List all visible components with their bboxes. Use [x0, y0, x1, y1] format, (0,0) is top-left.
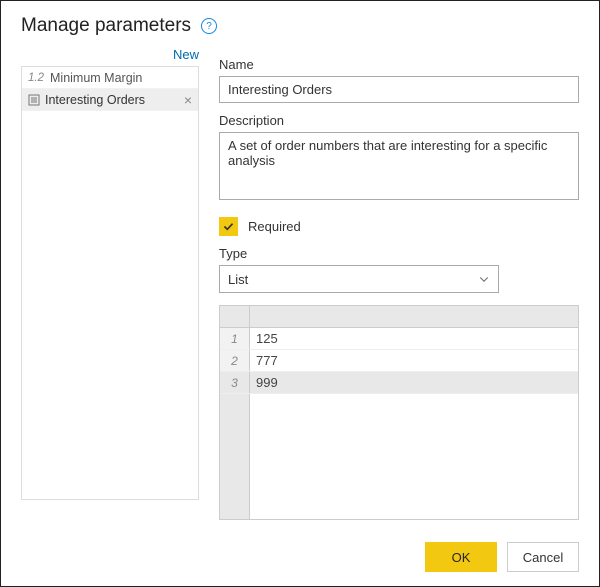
parameter-label: Interesting Orders: [45, 93, 182, 107]
ok-button[interactable]: OK: [425, 542, 497, 572]
list-values-grid: 112527773999: [219, 305, 579, 520]
name-input[interactable]: [219, 76, 579, 103]
type-label: Type: [219, 246, 579, 261]
required-label: Required: [248, 219, 301, 234]
description-input[interactable]: [219, 132, 579, 200]
row-index: 1: [220, 328, 250, 349]
param-prefix: 1.2: [28, 72, 44, 84]
dialog-footer: OK Cancel: [425, 542, 579, 572]
table-row[interactable]: 2777: [220, 350, 578, 372]
close-icon[interactable]: ×: [182, 93, 194, 107]
dialog-header: Manage parameters ?: [1, 1, 599, 45]
name-label: Name: [219, 57, 579, 72]
parameter-list: 1.2 Minimum Margin Interesting Orders×: [21, 66, 199, 500]
list-icon: [28, 94, 40, 106]
row-index: 3: [220, 372, 250, 393]
grid-body: 112527773999: [220, 328, 578, 519]
type-select[interactable]: List: [219, 265, 499, 293]
dialog-content: New 1.2 Minimum Margin Interesting Orders×…: [1, 45, 599, 520]
cancel-button[interactable]: Cancel: [507, 542, 579, 572]
description-label: Description: [219, 113, 579, 128]
required-checkbox[interactable]: [219, 217, 238, 236]
grid-gutter: [220, 394, 250, 519]
parameter-sidebar: New 1.2 Minimum Margin Interesting Orders×: [21, 45, 199, 520]
chevron-down-icon: [478, 273, 490, 285]
required-row: Required: [219, 217, 579, 236]
parameter-list-item[interactable]: Interesting Orders×: [22, 89, 198, 111]
row-index: 2: [220, 350, 250, 371]
help-icon[interactable]: ?: [201, 18, 217, 34]
parameter-form: Name Description Required Type List: [219, 45, 579, 520]
checkmark-icon: [222, 220, 235, 233]
grid-header: [220, 306, 578, 328]
type-value: List: [228, 272, 248, 287]
table-row[interactable]: 3999: [220, 372, 578, 394]
grid-header-value: [250, 306, 578, 327]
row-value[interactable]: 125: [250, 328, 578, 349]
grid-header-index: [220, 306, 250, 327]
parameter-label: Minimum Margin: [50, 71, 194, 85]
row-value[interactable]: 999: [250, 372, 578, 393]
page-title: Manage parameters: [21, 15, 191, 37]
row-value[interactable]: 777: [250, 350, 578, 371]
table-row[interactable]: 1125: [220, 328, 578, 350]
new-parameter-link[interactable]: New: [21, 45, 199, 66]
parameter-list-item[interactable]: 1.2 Minimum Margin: [22, 67, 198, 89]
